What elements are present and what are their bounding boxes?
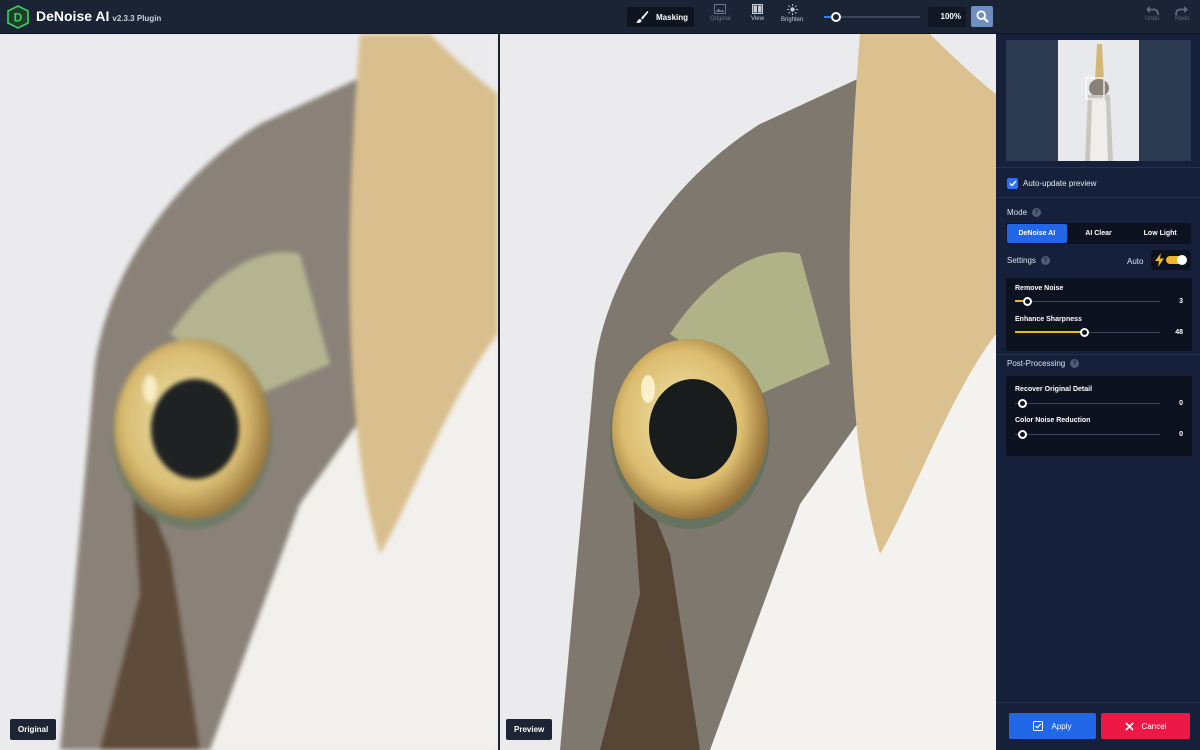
panel-divider bbox=[996, 167, 1200, 168]
enhance-sharpness-label: Enhance Sharpness bbox=[1015, 316, 1082, 323]
panel-divider bbox=[996, 354, 1200, 355]
apply-label: Apply bbox=[1051, 721, 1072, 731]
enhance-sharpness-fill bbox=[1015, 331, 1085, 333]
recover-detail-label: Recover Original Detail bbox=[1015, 386, 1093, 393]
color-noise-handle[interactable] bbox=[1018, 430, 1027, 439]
cancel-button[interactable]: Cancel bbox=[1101, 713, 1190, 739]
post-processing-label: Post-Processing bbox=[1007, 359, 1066, 368]
apply-button[interactable]: Apply bbox=[1009, 713, 1096, 739]
cancel-label: Cancel bbox=[1141, 721, 1167, 731]
redo-button[interactable]: Redo bbox=[1175, 5, 1189, 22]
color-noise-track[interactable] bbox=[1015, 434, 1160, 435]
close-icon bbox=[1124, 721, 1134, 731]
top-toolbar: D DeNoise AI v2.3.3 Plugin Masking Origin… bbox=[0, 0, 1200, 34]
settings-sliders-box: Remove Noise 3 Enhance Sharpness 48 bbox=[1006, 278, 1192, 351]
original-view-button[interactable]: Original bbox=[710, 4, 731, 22]
view-button[interactable]: View bbox=[751, 4, 764, 22]
app-name: DeNoise AI bbox=[36, 8, 110, 24]
enhance-sharpness-handle[interactable] bbox=[1080, 328, 1089, 337]
undo-icon bbox=[1146, 6, 1160, 16]
split-view-icon bbox=[751, 4, 763, 14]
auto-update-label: Auto-update preview bbox=[1023, 179, 1097, 188]
preview-image-pane[interactable]: Preview bbox=[500, 34, 996, 750]
image-icon bbox=[714, 4, 727, 14]
auto-settings-toggle[interactable] bbox=[1151, 250, 1191, 270]
settings-label: Settings bbox=[1007, 256, 1036, 265]
redo-label: Redo bbox=[1175, 16, 1190, 22]
zoom-value-field[interactable]: 100% bbox=[928, 7, 966, 27]
undo-label: Undo bbox=[1145, 16, 1160, 22]
settings-panel: Auto-update preview Mode ? DeNoise AI AI… bbox=[996, 34, 1200, 750]
navigator-thumbnail[interactable] bbox=[1058, 40, 1139, 161]
post-processing-section: Post-Processing ? bbox=[1007, 359, 1080, 368]
original-image-pane[interactable]: Original bbox=[0, 34, 498, 750]
original-pane-label: Original bbox=[10, 719, 57, 740]
brighten-label: Brighten bbox=[781, 17, 804, 23]
masking-button[interactable]: Masking bbox=[627, 7, 694, 27]
brighten-button[interactable]: Brighten bbox=[781, 4, 803, 23]
app-logo-icon: D bbox=[7, 5, 29, 29]
panel-divider bbox=[996, 197, 1200, 198]
recover-detail-handle[interactable] bbox=[1018, 399, 1027, 408]
post-processing-help-icon[interactable]: ? bbox=[1070, 359, 1080, 368]
auto-label: Auto bbox=[1127, 257, 1144, 266]
settings-section: Settings ? bbox=[1007, 256, 1050, 265]
view-label: View bbox=[751, 16, 764, 22]
auto-update-checkbox[interactable] bbox=[1007, 178, 1018, 189]
masking-label: Masking bbox=[656, 12, 689, 22]
magnifier-icon bbox=[975, 10, 989, 23]
navigator[interactable] bbox=[1006, 40, 1191, 161]
remove-noise-handle[interactable] bbox=[1023, 297, 1032, 306]
remove-noise-track[interactable] bbox=[1015, 301, 1160, 302]
checkmark-icon bbox=[1009, 180, 1017, 187]
original-view-label: Original bbox=[710, 16, 731, 22]
mode-selector: DeNoise AI AI Clear Low Light bbox=[1006, 223, 1191, 244]
remove-noise-value: 3 bbox=[1179, 298, 1183, 305]
mode-tab-denoise-ai[interactable]: DeNoise AI bbox=[1007, 224, 1067, 243]
post-processing-sliders-box: Recover Original Detail 0 Color Noise Re… bbox=[1006, 376, 1192, 456]
remove-noise-label: Remove Noise bbox=[1015, 285, 1064, 292]
redo-icon bbox=[1175, 6, 1189, 16]
app-version: v2.3.3 Plugin bbox=[112, 14, 162, 23]
mode-label: Mode bbox=[1007, 208, 1028, 217]
panel-divider bbox=[996, 702, 1200, 703]
mode-help-icon[interactable]: ? bbox=[1032, 208, 1042, 217]
sun-icon bbox=[786, 4, 798, 15]
recover-detail-track[interactable] bbox=[1015, 403, 1160, 404]
toggle-knob bbox=[1177, 255, 1187, 265]
mode-tab-low-light[interactable]: Low Light bbox=[1130, 224, 1190, 243]
app-title: DeNoise AI v2.3.3 Plugin bbox=[36, 8, 161, 24]
settings-help-icon[interactable]: ? bbox=[1040, 256, 1050, 265]
bird-photo-original bbox=[0, 34, 498, 750]
zoom-button[interactable] bbox=[971, 6, 993, 27]
zoom-slider-handle[interactable] bbox=[831, 12, 841, 22]
brush-icon bbox=[636, 11, 649, 23]
apply-icon bbox=[1033, 721, 1044, 731]
auto-update-checkbox-row[interactable]: Auto-update preview bbox=[1007, 178, 1096, 189]
bird-photo-preview bbox=[500, 34, 996, 750]
undo-button[interactable]: Undo bbox=[1145, 5, 1159, 22]
preview-pane-label: Preview bbox=[506, 719, 553, 740]
mode-section: Mode ? bbox=[1007, 208, 1042, 217]
color-noise-value: 0 bbox=[1179, 431, 1183, 438]
svg-text:D: D bbox=[14, 11, 23, 25]
enhance-sharpness-value: 48 bbox=[1175, 329, 1183, 336]
color-noise-label: Color Noise Reduction bbox=[1015, 417, 1091, 424]
lightning-bolt-icon bbox=[1155, 253, 1164, 267]
recover-detail-value: 0 bbox=[1179, 400, 1183, 407]
bird-thumbnail-image bbox=[1058, 40, 1139, 161]
mode-tab-ai-clear[interactable]: AI Clear bbox=[1069, 224, 1129, 243]
